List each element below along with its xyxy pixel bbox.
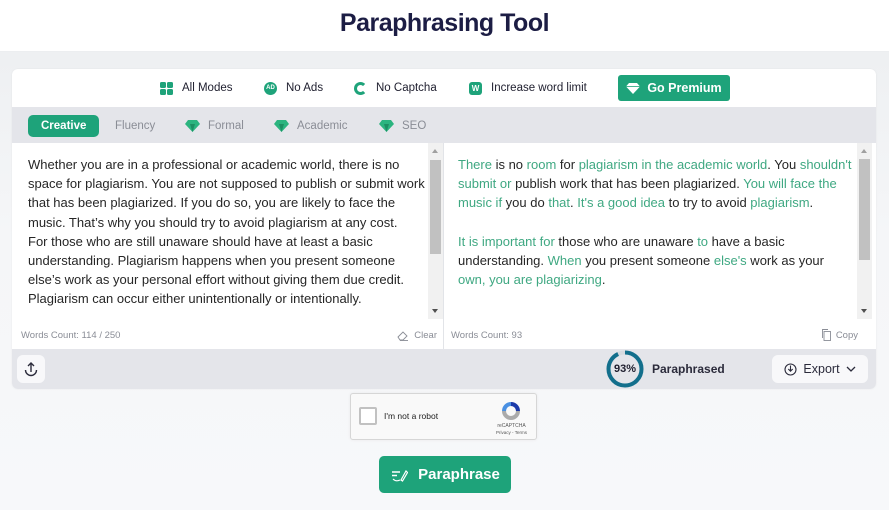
output-word-count: Words Count: 93 [451, 329, 523, 341]
input-textarea[interactable]: Whether you are in a professional or aca… [28, 155, 428, 321]
status-bar: 93% Paraphrased Export [12, 349, 876, 389]
scroll-down-icon[interactable] [861, 309, 867, 313]
tab-seo[interactable]: SEO [379, 115, 426, 137]
unchanged-text: for [556, 157, 579, 172]
tab-label: SEO [402, 120, 427, 132]
output-pane: There is no room for plagiarism in the a… [445, 143, 872, 349]
grid-icon [160, 81, 173, 95]
feature-increase-word-limit: W Increase word limit [469, 69, 587, 107]
changed-phrase[interactable]: plagiarism [750, 195, 809, 210]
feature-label: No Ads [286, 82, 324, 94]
tab-formal[interactable]: Formal [185, 115, 244, 137]
diamond-icon [379, 120, 394, 132]
clear-button[interactable]: Clear [397, 330, 437, 341]
mode-tabs: Creative Fluency Formal Academic SEO [12, 107, 876, 143]
input-pane: Whether you are in a professional or aca… [12, 143, 444, 349]
copy-label: Copy [835, 329, 858, 341]
feature-all-modes: All Modes [160, 69, 233, 107]
percent-label: 93% [613, 363, 637, 375]
header: Paraphrasing Tool [0, 0, 889, 52]
recaptcha-logo-icon [502, 402, 520, 420]
output-paragraph: There is no room for plagiarism in the a… [458, 155, 853, 213]
chevron-down-icon [846, 366, 856, 372]
changed-phrase[interactable]: It's a good idea [577, 195, 665, 210]
unchanged-text: . You [767, 157, 800, 172]
recaptcha-checkbox[interactable] [359, 407, 377, 425]
changed-phrase[interactable]: room [527, 157, 557, 172]
unchanged-text: is no [491, 157, 527, 172]
tab-creative[interactable]: Creative [28, 115, 100, 137]
diamond-icon [626, 82, 641, 94]
unchanged-text: you do [502, 195, 549, 211]
changed-phrase[interactable]: to [697, 234, 708, 249]
copy-icon [821, 329, 831, 341]
upload-icon [24, 361, 38, 376]
changed-phrase[interactable]: When [548, 253, 582, 268]
input-footer: Words Count: 114 / 250 Clear [12, 321, 443, 349]
input-scrollbar[interactable] [428, 143, 443, 319]
edit-icon [392, 469, 409, 482]
paraphrased-label: Paraphrased [652, 362, 725, 376]
paraphrased-progress: 93% [606, 350, 644, 388]
paraphrase-label: Paraphrase [418, 466, 500, 483]
unchanged-text: work as your [746, 253, 824, 268]
unchanged-text: . [601, 272, 606, 288]
feature-no-ads: AD No Ads [264, 69, 323, 107]
feature-label: Increase word limit [491, 82, 587, 94]
scroll-down-icon[interactable] [432, 309, 438, 313]
output-paragraph: It is important for those who are unawar… [458, 232, 853, 290]
input-paragraph: For those who are still unaware should h… [28, 233, 404, 307]
no-captcha-icon [354, 81, 367, 95]
page-title: Paraphrasing Tool [339, 9, 550, 37]
tab-label: Fluency [115, 120, 156, 132]
tab-academic[interactable]: Academic [274, 115, 348, 137]
unchanged-text: publish work that has been plagiarized. [511, 176, 744, 192]
scrollbar-thumb[interactable] [430, 160, 441, 254]
output-text: There is no room for plagiarism in the a… [458, 155, 853, 321]
feature-label: All Modes [182, 82, 233, 94]
unchanged-text: to try to avoid [665, 195, 751, 211]
tab-label: Academic [297, 120, 348, 132]
word-limit-icon: W [469, 81, 482, 95]
scroll-up-icon[interactable] [861, 149, 867, 153]
go-premium-button[interactable]: Go Premium [618, 75, 730, 101]
tab-label: Formal [208, 120, 244, 132]
recaptcha-label: I'm not a robot [384, 411, 439, 421]
diamond-icon [274, 120, 289, 132]
input-paragraph: Whether you are in a professional or aca… [28, 157, 425, 230]
recaptcha-brand: reCAPTCHA [497, 423, 526, 429]
export-label: Export [803, 362, 840, 376]
eraser-icon [397, 330, 409, 341]
tab-label: Creative [41, 120, 87, 132]
go-premium-label: Go Premium [647, 81, 722, 95]
recaptcha-widget: I'm not a robot reCAPTCHA Privacy - Term… [350, 393, 537, 440]
recaptcha-terms-link[interactable]: Privacy - Terms [489, 430, 534, 435]
changed-phrase[interactable]: plagiarism in the academic world [579, 157, 768, 172]
copy-button[interactable]: Copy [821, 329, 858, 341]
paraphrase-button[interactable]: Paraphrase [379, 456, 511, 493]
download-icon [784, 362, 797, 376]
upload-button[interactable] [17, 355, 45, 383]
no-ads-icon: AD [264, 81, 277, 95]
output-scrollbar[interactable] [857, 143, 872, 319]
clear-label: Clear [414, 329, 437, 341]
scroll-up-icon[interactable] [432, 149, 438, 153]
output-footer: Words Count: 93 Copy [445, 321, 864, 349]
export-button[interactable]: Export [772, 355, 868, 383]
unchanged-text: . [809, 195, 814, 211]
unchanged-text: those who are unaware [554, 233, 698, 249]
changed-phrase[interactable]: There [458, 157, 492, 172]
scrollbar-thumb[interactable] [859, 159, 870, 260]
diamond-icon [185, 120, 200, 132]
feature-bar: All Modes AD No Ads No Captcha W Increas… [12, 69, 876, 107]
changed-phrase[interactable]: own, you are plagiarizing [458, 272, 602, 287]
feature-no-captcha: No Captcha [354, 69, 437, 107]
changed-phrase[interactable]: that [548, 195, 570, 210]
changed-phrase[interactable]: else's [714, 253, 747, 268]
changed-phrase[interactable]: It is important for [458, 234, 555, 249]
feature-label: No Captcha [376, 82, 437, 94]
unchanged-text: you present someone [581, 253, 714, 268]
input-word-count: Words Count: 114 / 250 [21, 329, 121, 341]
tab-fluency[interactable]: Fluency [115, 115, 155, 137]
